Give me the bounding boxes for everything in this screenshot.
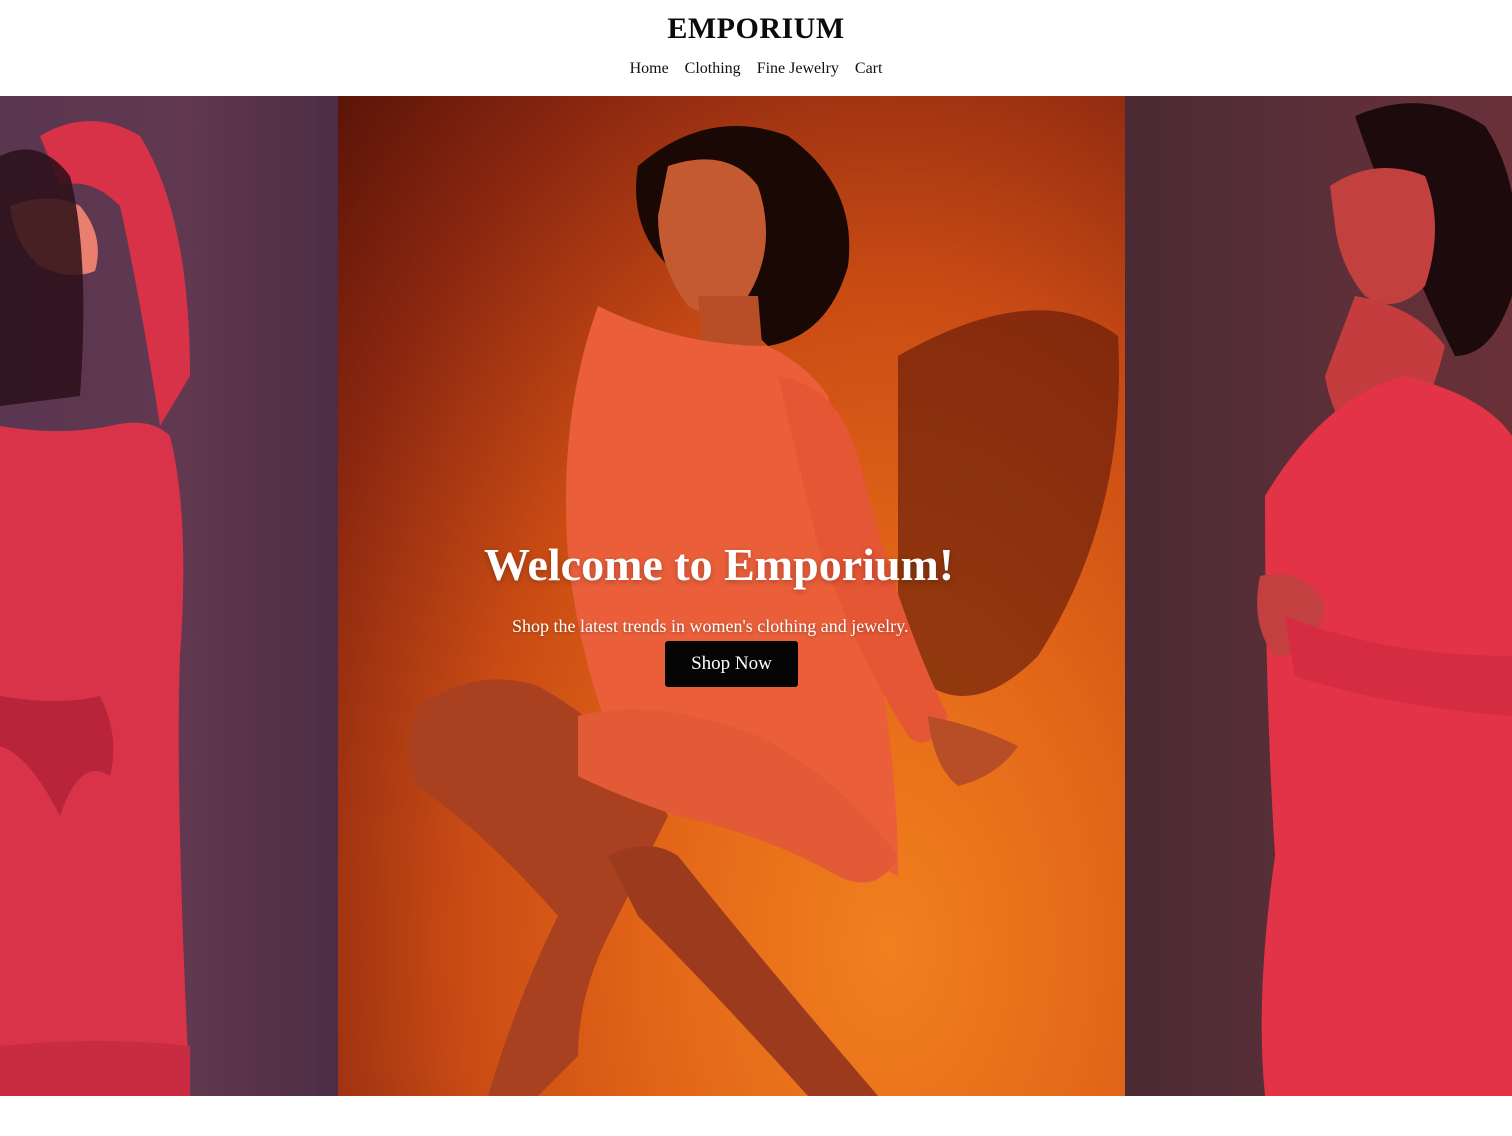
nav-cart-link[interactable]: Cart [855,60,883,78]
hero-banner: Welcome to Emporium! Shop the latest tre… [0,96,1512,1096]
page-bottom-strip [0,1096,1512,1136]
site-header: EMPORIUM Home Clothing Fine Jewelry Cart [0,0,1512,96]
hero-image-left [0,96,338,1096]
model-figure-left [0,121,190,1096]
nav-home-link[interactable]: Home [630,60,669,78]
hero-image-center [338,96,1125,1096]
nav-fine-jewelry-link[interactable]: Fine Jewelry [757,60,839,78]
model-figure-right [1257,103,1512,1096]
hero-subtitle: Shop the latest trends in women's clothi… [512,616,909,636]
hero-title: Welcome to Emporium! [484,539,955,590]
nav-clothing-link[interactable]: Clothing [685,60,741,78]
main-nav: Home Clothing Fine Jewelry Cart [0,60,1512,78]
brand-logo[interactable]: EMPORIUM [0,12,1512,46]
hero-image-right [1125,96,1512,1096]
shop-now-button[interactable]: Shop Now [665,641,798,687]
model-figure-center [408,126,1119,1096]
